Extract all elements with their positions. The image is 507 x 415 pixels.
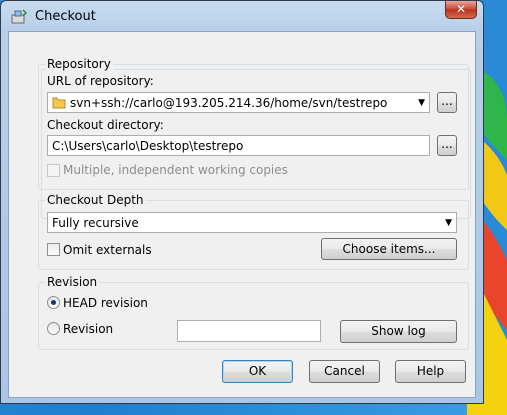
close-icon: ✕ <box>455 2 467 16</box>
omit-externals-checkbox[interactable] <box>47 243 60 256</box>
close-button[interactable]: ✕ <box>445 1 477 19</box>
chevron-down-icon[interactable]: ▼ <box>418 93 425 112</box>
depth-combobox[interactable]: Fully recursive ▼ <box>47 212 457 233</box>
ok-button[interactable]: OK <box>222 360 293 383</box>
revision-label: Revision <box>63 322 114 336</box>
revision-group-title: Revision <box>45 275 100 289</box>
directory-browse-button[interactable]: ... <box>437 135 457 156</box>
help-button[interactable]: Help <box>395 360 466 383</box>
checkout-icon <box>11 9 27 24</box>
revision-input[interactable] <box>177 320 321 342</box>
title-bar[interactable]: Checkout ✕ <box>1 1 485 31</box>
url-label: URL of repository: <box>47 74 154 88</box>
url-value: svn+ssh://carlo@193.205.214.36/home/svn/… <box>70 96 388 110</box>
radio-selected-dot <box>51 300 56 305</box>
head-revision-label: HEAD revision <box>63 296 148 310</box>
window-title: Checkout <box>35 9 96 24</box>
checkout-directory-input[interactable]: C:\Users\carlo\Desktop\testrepo <box>47 135 430 156</box>
depth-value: Fully recursive <box>52 216 139 230</box>
folder-icon <box>52 97 66 109</box>
choose-items-button[interactable]: Choose items... <box>321 238 457 260</box>
revision-radio[interactable] <box>47 322 60 335</box>
omit-externals-label: Omit externals <box>63 243 152 257</box>
show-log-button[interactable]: Show log <box>340 320 457 343</box>
url-combobox[interactable]: svn+ssh://carlo@193.205.214.36/home/svn/… <box>47 92 430 113</box>
head-revision-radio[interactable] <box>47 296 60 309</box>
repository-group-title: Repository <box>45 57 113 71</box>
cancel-button[interactable]: Cancel <box>309 360 380 383</box>
chevron-down-icon[interactable]: ▼ <box>445 213 452 232</box>
multiple-working-copies-label: Multiple, independent working copies <box>63 163 288 177</box>
checkout-directory-label: Checkout directory: <box>47 118 164 132</box>
url-browse-button[interactable]: ... <box>437 92 457 113</box>
checkout-depth-group-title: Checkout Depth <box>45 193 146 207</box>
multiple-working-copies-checkbox[interactable] <box>47 164 60 177</box>
